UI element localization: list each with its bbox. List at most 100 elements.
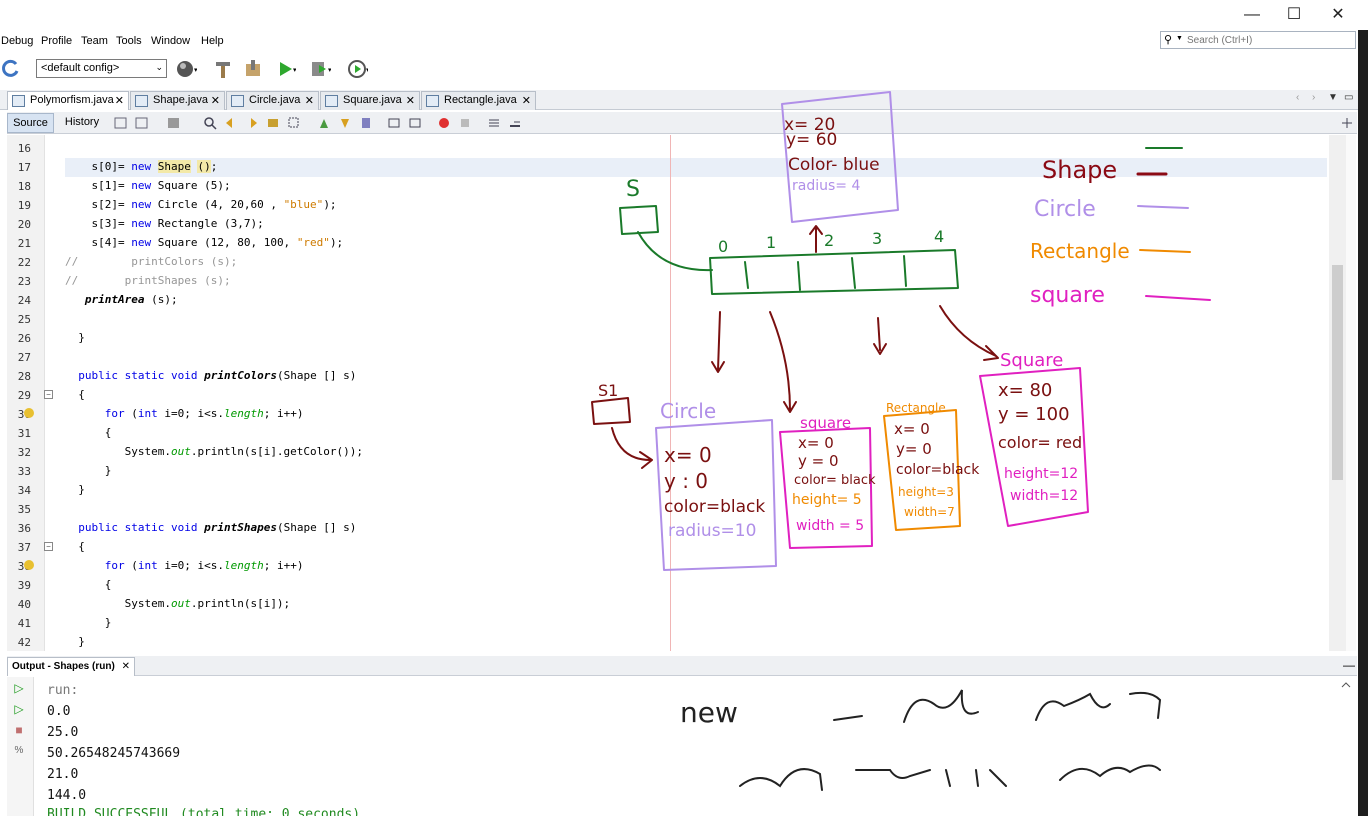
- tab-scroll-right-icon[interactable]: ›: [1312, 92, 1315, 103]
- menu-team[interactable]: Team: [81, 35, 108, 47]
- fold-toggle[interactable]: −: [44, 542, 53, 551]
- search-input[interactable]: [1187, 33, 1352, 47]
- find-icon[interactable]: [203, 116, 217, 130]
- maximize-button[interactable]: ☐: [1274, 4, 1314, 26]
- code-line[interactable]: s[2]= new Circle (4, 20,60 , "blue");: [65, 195, 1325, 214]
- close-icon[interactable]: ✕: [115, 94, 124, 107]
- close-icon[interactable]: ✕: [305, 94, 314, 107]
- close-icon[interactable]: ✕: [406, 94, 415, 107]
- menu-debug[interactable]: Debug: [1, 35, 33, 47]
- tab-polymorfism[interactable]: Polymorfism.java ✕: [7, 91, 129, 110]
- find-next-icon[interactable]: [245, 116, 259, 130]
- code-line[interactable]: [65, 347, 1325, 366]
- code-line[interactable]: s[0]= new Shape ();: [65, 157, 1325, 176]
- output-console[interactable]: ▷ ▷ ■ % run: 0.0 25.0 50.26548245743669 …: [7, 677, 1357, 816]
- shift-right-icon[interactable]: [408, 116, 422, 130]
- minimize-panel-icon[interactable]: —: [1343, 658, 1355, 672]
- search-box[interactable]: ⚲ ▼: [1160, 31, 1356, 49]
- globe-icon[interactable]: ▾: [175, 58, 197, 80]
- code-line[interactable]: {: [65, 385, 1325, 404]
- history-tab[interactable]: History: [59, 113, 105, 133]
- tab-shape[interactable]: Shape.java ✕: [130, 91, 225, 110]
- close-button[interactable]: ✕: [1318, 4, 1358, 26]
- code-line[interactable]: [65, 138, 1325, 157]
- next-bookmark-icon[interactable]: [338, 116, 352, 130]
- main-toolbar: <default config> ⌄ ▾ ▾ ▾ ▾: [0, 55, 1368, 83]
- code-line[interactable]: System.out.println(s[i]);: [65, 594, 1325, 613]
- settings-icon[interactable]: %: [11, 743, 27, 759]
- forward-icon[interactable]: [135, 116, 149, 130]
- code-line[interactable]: {: [65, 537, 1325, 556]
- toggle-bookmark-icon[interactable]: [359, 116, 373, 130]
- config-select[interactable]: <default config> ⌄: [36, 59, 167, 78]
- back-icon[interactable]: [114, 116, 128, 130]
- run-icon[interactable]: ▾: [274, 58, 296, 80]
- editor-scrollbar[interactable]: [1329, 135, 1346, 651]
- code-line[interactable]: [65, 309, 1325, 328]
- code-line[interactable]: public static void printColors(Shape [] …: [65, 366, 1325, 385]
- hammer-icon[interactable]: [212, 58, 234, 80]
- source-tab[interactable]: Source: [7, 113, 54, 133]
- code-line[interactable]: public static void printShapes(Shape [] …: [65, 518, 1325, 537]
- fold-toggle[interactable]: −: [44, 390, 53, 399]
- minimize-button[interactable]: —: [1232, 4, 1272, 26]
- code-line[interactable]: // printColors (s);: [65, 252, 1325, 271]
- record-macro-icon[interactable]: [437, 116, 451, 130]
- comment-icon[interactable]: [487, 116, 501, 130]
- refresh-icon[interactable]: [0, 58, 22, 80]
- tab-scroll-left-icon[interactable]: ‹: [1296, 92, 1299, 103]
- last-edit-icon[interactable]: [167, 116, 181, 130]
- code-line[interactable]: {: [65, 423, 1325, 442]
- scroll-thumb[interactable]: [1332, 265, 1343, 480]
- rerun-different-icon[interactable]: ▷: [11, 701, 27, 717]
- line-number: 24: [17, 294, 31, 307]
- java-file-icon: [135, 95, 148, 107]
- scroll-up-icon[interactable]: [1339, 679, 1353, 691]
- tab-rectangle[interactable]: Rectangle.java ✕: [421, 91, 536, 110]
- code-line[interactable]: }: [65, 328, 1325, 347]
- tab-square[interactable]: Square.java ✕: [320, 91, 420, 110]
- code-line[interactable]: printArea (s);: [65, 290, 1325, 309]
- uncomment-icon[interactable]: [508, 116, 522, 130]
- find-prev-icon[interactable]: [224, 116, 238, 130]
- selection-icon[interactable]: [287, 116, 301, 130]
- split-editor-icon[interactable]: [1340, 116, 1354, 130]
- toggle-highlight-icon[interactable]: [266, 116, 280, 130]
- code-editor[interactable]: 16 17 18 19 20 21 22 23 24 25 26 27 28 2…: [7, 135, 1329, 651]
- tab-list-icon[interactable]: ▼: [1328, 92, 1338, 103]
- code-line[interactable]: System.out.println(s[i].getColor());: [65, 442, 1325, 461]
- tab-label: Rectangle.java: [444, 94, 517, 106]
- code-line[interactable]: // printShapes (s);: [65, 271, 1325, 290]
- code-line[interactable]: {: [65, 575, 1325, 594]
- svg-text:▾: ▾: [366, 67, 368, 74]
- menu-window[interactable]: Window: [151, 35, 190, 47]
- close-icon[interactable]: ✕: [122, 661, 130, 672]
- close-icon[interactable]: ✕: [522, 94, 531, 107]
- shift-left-icon[interactable]: [387, 116, 401, 130]
- code-line[interactable]: }: [65, 480, 1325, 499]
- clean-build-icon[interactable]: [243, 58, 265, 80]
- stop-icon[interactable]: ■: [11, 722, 27, 738]
- close-icon[interactable]: ✕: [211, 94, 220, 107]
- output-tab[interactable]: Output - Shapes (run) ✕: [7, 657, 135, 676]
- debug-icon[interactable]: ▾: [309, 58, 331, 80]
- menu-tools[interactable]: Tools: [116, 35, 142, 47]
- code-line[interactable]: }: [65, 613, 1325, 632]
- rerun-icon[interactable]: ▷: [11, 680, 27, 696]
- code-line[interactable]: [65, 499, 1325, 518]
- code-line[interactable]: for (int i=0; i<s.length; i++): [65, 556, 1325, 575]
- maximize-editor-icon[interactable]: ▭: [1344, 92, 1353, 103]
- code-line[interactable]: for (int i=0; i<s.length; i++): [65, 404, 1325, 423]
- code-line[interactable]: s[4]= new Square (12, 80, 100, "red");: [65, 233, 1325, 252]
- menu-help[interactable]: Help: [201, 35, 224, 47]
- tab-circle[interactable]: Circle.java ✕: [226, 91, 319, 110]
- code-line[interactable]: }: [65, 632, 1325, 651]
- output-line: 0.0: [47, 704, 71, 719]
- code-line[interactable]: }: [65, 461, 1325, 480]
- code-line[interactable]: s[3]= new Rectangle (3,7);: [65, 214, 1325, 233]
- stop-macro-icon[interactable]: [458, 116, 472, 130]
- prev-bookmark-icon[interactable]: [317, 116, 331, 130]
- code-line[interactable]: s[1]= new Square (5);: [65, 176, 1325, 195]
- profile-icon[interactable]: ▾: [346, 58, 368, 80]
- menu-profile[interactable]: Profile: [41, 35, 72, 47]
